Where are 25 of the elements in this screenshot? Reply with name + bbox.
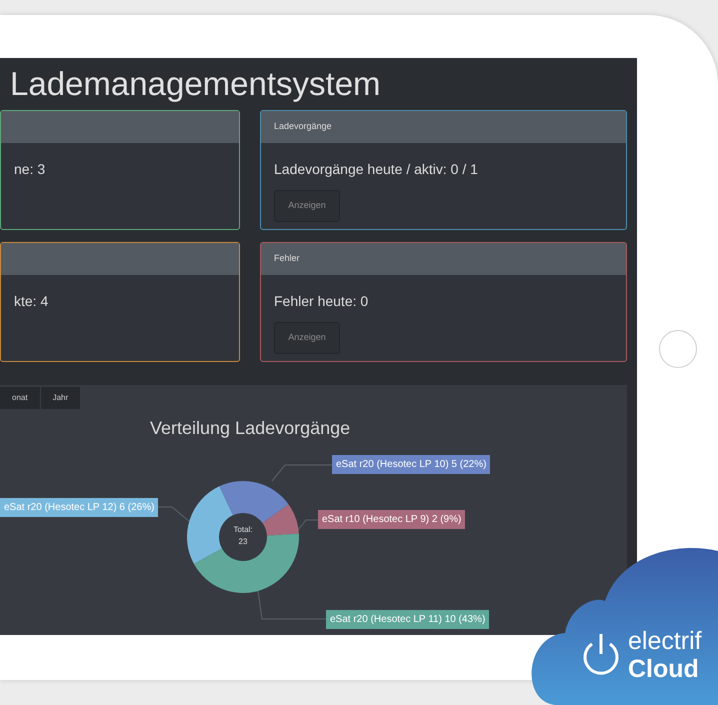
slice-label: eSat r20 (Hesotec LP 12) 6 (26%) bbox=[0, 498, 158, 517]
total-label: Total: bbox=[233, 524, 253, 536]
card-title: Ladevorgänge bbox=[274, 120, 332, 134]
leader-line bbox=[272, 464, 332, 482]
card-text: ne: 3 bbox=[14, 160, 46, 179]
card-text: kte: 4 bbox=[14, 292, 50, 311]
logo-text: Cloud bbox=[628, 655, 700, 683]
card-title: Fehler bbox=[274, 252, 300, 266]
card-text: Fehler heute: 0 bbox=[274, 292, 370, 311]
leader-line bbox=[298, 520, 318, 530]
show-button[interactable]: Anzeigen bbox=[274, 322, 340, 354]
total-value: 23 bbox=[238, 536, 248, 548]
leader-line bbox=[258, 590, 326, 620]
slice-label: eSat r20 (Hesotec LP 10) 5 (22%) bbox=[332, 455, 490, 474]
logo-text: electrif bbox=[628, 627, 702, 655]
chart-title: Verteilung Ladevorgänge bbox=[150, 417, 350, 440]
slice-label: eSat r20 (Hesotec LP 11) 10 (43%) bbox=[326, 610, 490, 629]
slice-label: eSat r10 (Hesotec LP 9) 2 (9%) bbox=[318, 510, 466, 529]
leader-line bbox=[156, 506, 190, 522]
page-title: Lademanagementsystem bbox=[9, 64, 382, 104]
card-text: Ladevorgänge heute / aktiv: 0 / 1 bbox=[274, 160, 479, 179]
period-tab[interactable]: Jahr bbox=[40, 387, 82, 409]
period-tab[interactable]: onat bbox=[0, 387, 41, 409]
show-button[interactable]: Anzeigen bbox=[274, 190, 340, 222]
home-button[interactable] bbox=[658, 330, 696, 368]
